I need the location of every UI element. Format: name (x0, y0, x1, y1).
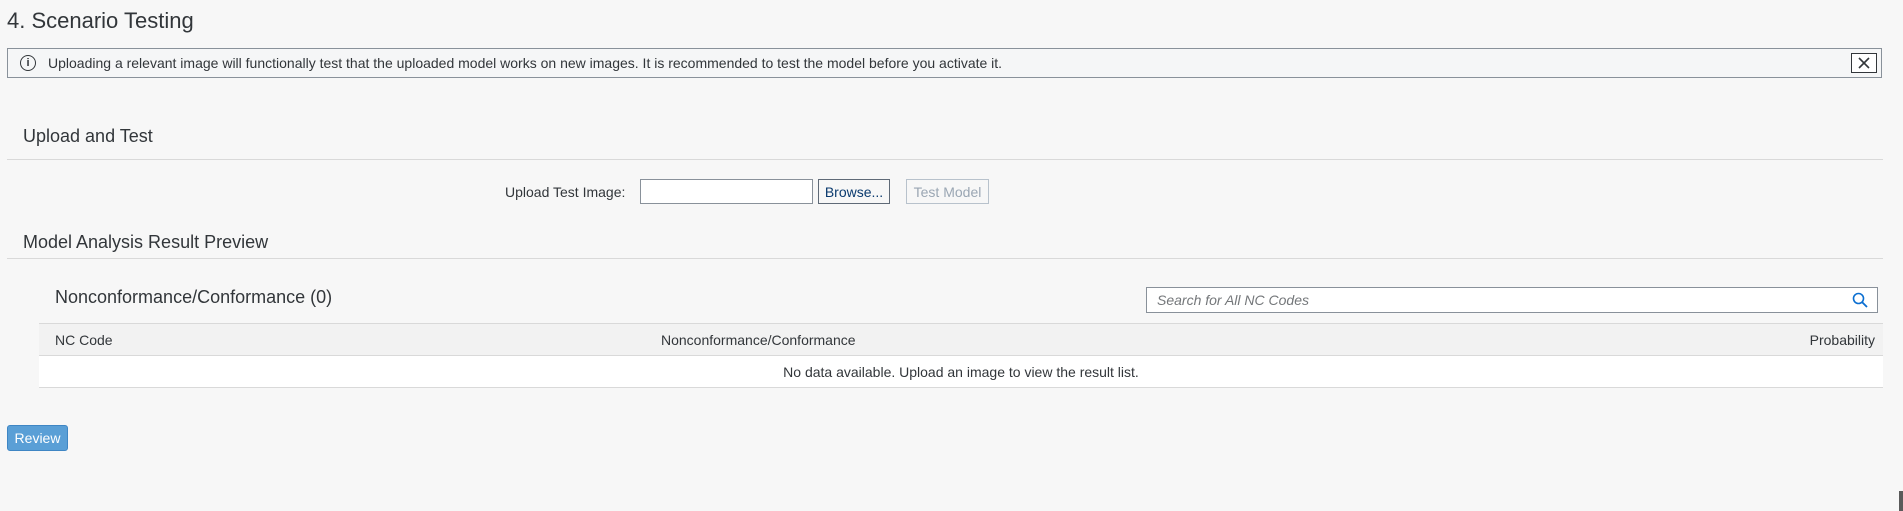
test-model-button[interactable]: Test Model (906, 179, 989, 204)
column-header-nc-code[interactable]: NC Code (55, 332, 113, 348)
column-header-nonconformance[interactable]: Nonconformance/Conformance (661, 332, 856, 348)
table-empty-message: No data available. Upload an image to vi… (39, 356, 1883, 388)
nc-results-table: NC Code Nonconformance/Conformance Proba… (39, 323, 1883, 388)
close-icon (1858, 57, 1870, 69)
info-message-strip: i Uploading a relevant image will functi… (7, 48, 1882, 78)
column-header-probability[interactable]: Probability (1810, 332, 1875, 348)
close-message-button[interactable] (1851, 53, 1877, 73)
page-title: 4. Scenario Testing (7, 8, 194, 33)
nc-code-search-field[interactable] (1146, 287, 1878, 313)
result-section-divider (7, 258, 1883, 259)
result-preview-title: Model Analysis Result Preview (23, 232, 269, 252)
upload-section-divider (7, 159, 1883, 160)
upload-test-image-input[interactable] (640, 179, 813, 204)
resize-handle[interactable] (1899, 491, 1903, 511)
upload-and-test-title: Upload and Test (23, 126, 153, 146)
info-icon: i (20, 55, 36, 71)
search-icon[interactable] (1849, 289, 1871, 311)
table-title: Nonconformance/Conformance (0) (55, 287, 333, 307)
info-message-text: Uploading a relevant image will function… (48, 55, 1003, 71)
upload-test-image-label: Upload Test Image: (505, 184, 626, 200)
table-header: NC Code Nonconformance/Conformance Proba… (39, 323, 1883, 356)
nc-code-search-input[interactable] (1147, 288, 1849, 312)
review-button[interactable]: Review (7, 425, 68, 451)
scenario-testing-page: 4. Scenario Testing i Uploading a releva… (0, 0, 1903, 511)
browse-button[interactable]: Browse... (818, 179, 890, 204)
